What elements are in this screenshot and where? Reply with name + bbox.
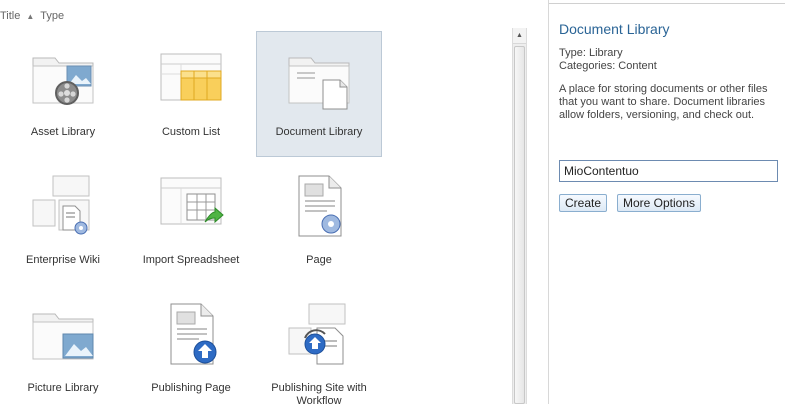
tile-label: Import Spreadsheet bbox=[142, 254, 240, 266]
tile-enterprise-wiki[interactable]: Enterprise Wiki bbox=[0, 159, 126, 285]
panel-divider bbox=[549, 3, 785, 4]
tile-label: Document Library bbox=[275, 126, 363, 138]
tile-import-spreadsheet[interactable]: Import Spreadsheet bbox=[128, 159, 254, 285]
sort-bar: Title ▲ Type bbox=[0, 10, 64, 22]
sort-by-title-link[interactable]: Title bbox=[0, 10, 20, 22]
tile-custom-list[interactable]: Custom List bbox=[128, 31, 254, 157]
page-icon bbox=[298, 175, 342, 237]
picture-library-icon bbox=[32, 313, 94, 360]
more-options-button[interactable]: More Options bbox=[617, 194, 702, 212]
enterprise-wiki-icon bbox=[32, 175, 90, 235]
tile-label: Asset Library bbox=[30, 126, 96, 138]
create-button[interactable]: Create bbox=[559, 194, 608, 212]
tile-publishing-page[interactable]: Publishing Page bbox=[128, 287, 254, 413]
tile-asset-library[interactable]: Asset Library bbox=[0, 31, 126, 157]
scroll-up-arrow-icon[interactable]: ▲ bbox=[513, 28, 526, 44]
tile-label: Custom List bbox=[161, 126, 221, 138]
sort-by-type-link[interactable]: Type bbox=[40, 10, 64, 22]
scroll-thumb[interactable] bbox=[514, 46, 525, 404]
details-panel: Document Library Type: Library Categorie… bbox=[548, 0, 785, 404]
details-description: A place for storing documents or other f… bbox=[559, 83, 768, 121]
tile-publishing-site-with-workflow[interactable]: Publishing Site with Workflow bbox=[256, 287, 382, 413]
details-categories: Categories: Content bbox=[559, 60, 657, 72]
publishing-site-workflow-icon bbox=[288, 303, 346, 365]
tile-label: Page bbox=[306, 254, 332, 266]
tile-page[interactable]: Page bbox=[256, 159, 382, 285]
tile-label: Publishing Page bbox=[151, 382, 231, 394]
tile-document-library[interactable]: Document Library bbox=[256, 31, 382, 157]
tile-list-scrollbar[interactable]: ▲ bbox=[512, 28, 527, 404]
tile-label: Enterprise Wiki bbox=[26, 254, 100, 266]
tile-label: Publishing Site with Workflow bbox=[271, 382, 367, 407]
import-spreadsheet-icon bbox=[160, 177, 224, 225]
library-name-input[interactable] bbox=[559, 160, 778, 182]
sort-ascending-icon: ▲ bbox=[26, 11, 35, 21]
details-type: Type: Library bbox=[559, 47, 623, 59]
custom-list-icon bbox=[160, 53, 222, 101]
document-library-icon bbox=[288, 57, 350, 110]
details-title: Document Library bbox=[559, 21, 670, 37]
tile-picture-library[interactable]: Picture Library bbox=[0, 287, 126, 413]
details-meta: Type: Library Categories: Content bbox=[559, 47, 657, 73]
asset-library-icon bbox=[32, 57, 94, 105]
publishing-page-icon bbox=[170, 303, 217, 365]
tile-label: Picture Library bbox=[27, 382, 99, 394]
